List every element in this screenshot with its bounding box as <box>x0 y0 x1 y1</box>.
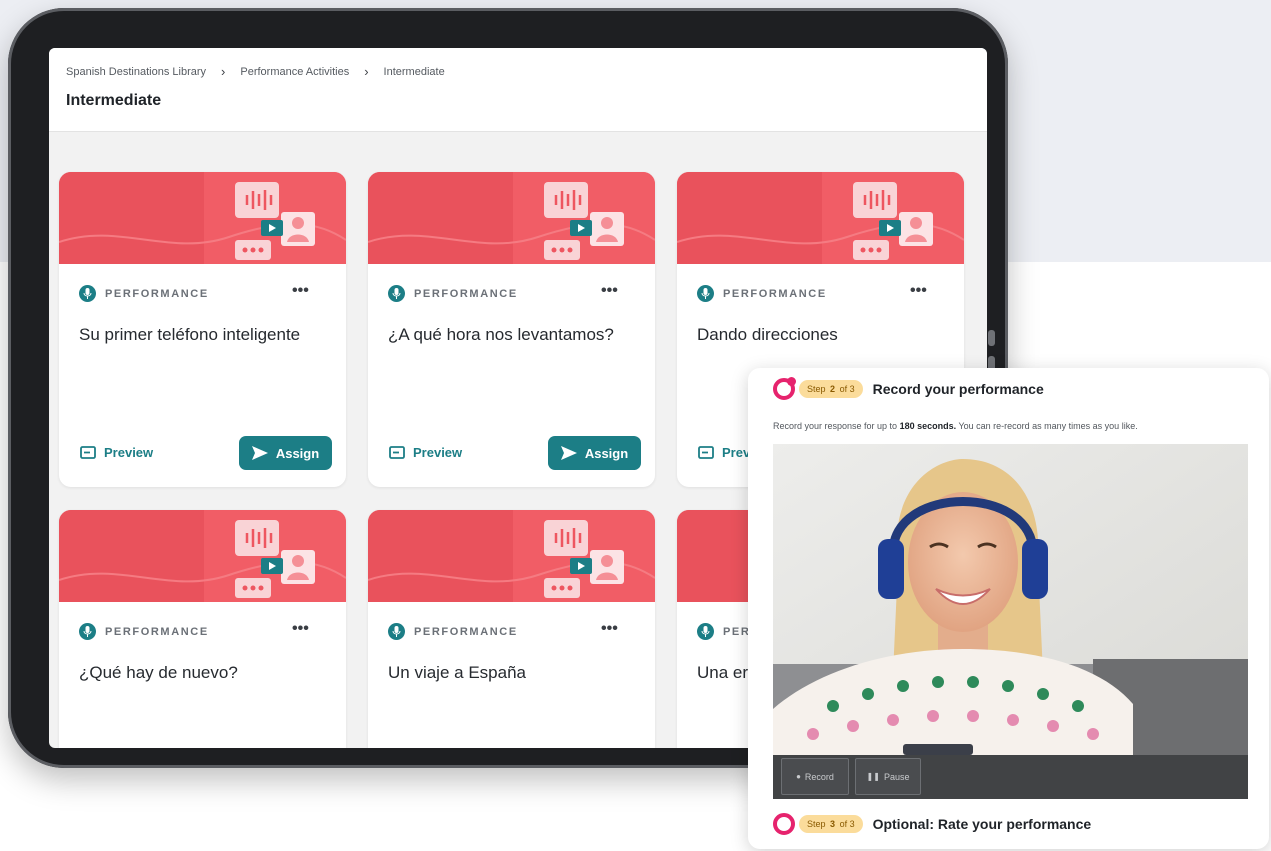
preview-icon <box>698 446 714 459</box>
card-banner <box>59 172 346 264</box>
page-title: Intermediate <box>66 92 162 109</box>
send-icon <box>560 446 577 460</box>
card-banner <box>677 172 964 264</box>
webcam-person-image <box>773 444 1248 755</box>
pause-icon: ❚❚ <box>866 772 880 781</box>
card-title: Su primer teléfono inteligente <box>79 325 301 344</box>
breadcrumb-item-activities[interactable]: Performance Activities <box>240 66 349 78</box>
card-title: Un viaje a España <box>388 663 526 682</box>
preview-icon <box>389 446 405 459</box>
pause-button[interactable]: ❚❚ Pause <box>855 758 921 795</box>
page-header: Spanish Destinations Library › Performan… <box>49 48 987 132</box>
chevron-right-icon: › <box>221 64 226 79</box>
breadcrumb-item-current: Intermediate <box>383 65 445 78</box>
video-preview <box>773 444 1248 755</box>
kebab-menu-icon[interactable]: ••• <box>910 282 927 300</box>
activity-type-badge: PERFORMANCE <box>79 623 209 640</box>
step-3-heading[interactable]: Optional: Rate your performance <box>873 816 1092 832</box>
preview-icon <box>80 446 96 459</box>
tablet-side-button <box>988 330 995 346</box>
card-title: ¿Qué hay de nuevo? <box>79 663 238 682</box>
activity-type-badge: PERFORMANCE <box>388 285 518 302</box>
send-icon <box>251 446 268 460</box>
recording-instructions: Record your response for up to 180 secon… <box>773 421 1138 431</box>
preview-button[interactable]: Preview <box>80 445 153 460</box>
record-dot-icon: ● <box>796 772 801 781</box>
breadcrumb-item-library[interactable]: Spanish Destinations Library <box>66 66 206 78</box>
preview-button[interactable]: Preview <box>389 445 462 460</box>
chevron-right-icon: › <box>364 64 369 79</box>
video-chat-illustration-icon <box>235 182 315 260</box>
activity-type-badge: PERFORMANCE <box>697 285 827 302</box>
recording-controls: ● Record ❚❚ Pause <box>773 755 1248 799</box>
kebab-menu-icon[interactable]: ••• <box>292 282 309 300</box>
microphone-icon <box>697 285 714 302</box>
video-chat-illustration-icon <box>853 182 933 260</box>
preview-button[interactable]: Prev <box>698 445 750 460</box>
video-chat-illustration-icon <box>544 182 624 260</box>
assign-button[interactable]: Assign <box>239 436 332 470</box>
card-title: ¿A qué hora nos levantamos? <box>388 325 614 344</box>
card-banner <box>59 510 346 602</box>
activity-type-badge: PER <box>697 623 750 640</box>
activity-card[interactable]: PERFORMANCE ••• Su primer teléfono intel… <box>59 172 346 487</box>
camera-step-icon <box>773 377 796 400</box>
card-banner <box>368 172 655 264</box>
kebab-menu-icon[interactable]: ••• <box>601 282 618 300</box>
microphone-icon <box>388 623 405 640</box>
recording-panel: Step 2 of 3 Record your performance Reco… <box>748 368 1269 849</box>
microphone-icon <box>388 285 405 302</box>
step-2-header: Step 2 of 3 Record your performance <box>773 377 1044 400</box>
card-title: Una er <box>697 663 749 682</box>
video-chat-illustration-icon <box>235 520 315 598</box>
activity-card[interactable]: PERFORMANCE ••• ¿A qué hora nos levantam… <box>368 172 655 487</box>
step-2-pill: Step 2 of 3 <box>799 380 863 398</box>
rating-step-icon <box>773 813 795 835</box>
step-3-pill: Step 3 of 3 <box>799 815 863 833</box>
video-chat-illustration-icon <box>544 520 624 598</box>
kebab-menu-icon[interactable]: ••• <box>292 620 309 638</box>
microphone-icon <box>79 623 96 640</box>
card-title: Dando direcciones <box>697 325 838 344</box>
step-2-heading: Record your performance <box>872 381 1044 397</box>
microphone-icon <box>79 285 96 302</box>
step-3-header: Step 3 of 3 Optional: Rate your performa… <box>773 813 1091 835</box>
activity-type-badge: PERFORMANCE <box>388 623 518 640</box>
microphone-icon <box>697 623 714 640</box>
record-button[interactable]: ● Record <box>781 758 849 795</box>
activity-card[interactable]: PERFORMANCE ••• ¿Qué hay de nuevo? <box>59 510 346 748</box>
breadcrumb: Spanish Destinations Library › Performan… <box>66 64 445 79</box>
kebab-menu-icon[interactable]: ••• <box>601 620 618 638</box>
activity-card[interactable]: PERFORMANCE ••• Un viaje a España <box>368 510 655 748</box>
card-banner <box>368 510 655 602</box>
assign-button[interactable]: Assign <box>548 436 641 470</box>
activity-type-badge: PERFORMANCE <box>79 285 209 302</box>
